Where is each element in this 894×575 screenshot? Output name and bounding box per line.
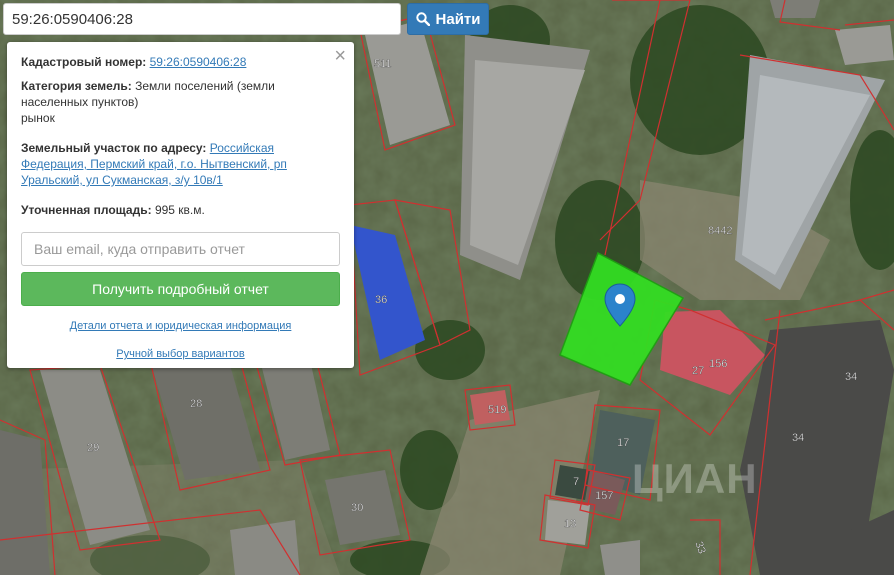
parcel-label: 34	[845, 371, 857, 383]
area-value: 995 кв.м.	[154, 203, 205, 217]
parcel-label: 157	[595, 490, 613, 502]
cadastral-link[interactable]: 59:26:0590406:28	[150, 55, 247, 69]
close-icon[interactable]: ×	[334, 46, 346, 66]
parcel-label: 511	[374, 58, 392, 70]
parcel-label: 8442	[708, 225, 732, 237]
parcel-label: 30	[351, 502, 363, 514]
cadastral-row: Кадастровый номер: 59:26:0590406:28	[21, 54, 340, 70]
category-label: Категория земель:	[21, 79, 132, 93]
cadastral-label: Кадастровый номер:	[21, 55, 147, 69]
search-input[interactable]	[3, 3, 401, 35]
search-button-label: Найти	[435, 10, 481, 28]
watermark: ЦИАН	[632, 455, 758, 502]
email-field[interactable]	[21, 232, 340, 266]
parcel-label: 519	[488, 404, 506, 416]
parcel-label: 156	[709, 358, 727, 370]
parcel-label: 7	[573, 476, 579, 488]
parcel-label: 34	[792, 432, 804, 444]
parcel-label: 13	[564, 518, 576, 530]
parcel-label: 17	[617, 437, 629, 449]
parcel-info-popup: × Кадастровый номер: 59:26:0590406:28 Ка…	[7, 42, 354, 368]
parcel-label: 29	[87, 442, 99, 454]
parcel-label: 36	[375, 294, 387, 306]
area-label: Уточненная площадь:	[21, 203, 152, 217]
category-row: Категория земель: Земли поселений (земли…	[21, 78, 340, 126]
land-use-value: рынок	[21, 111, 55, 125]
address-row: Земельный участок по адресу: Российская …	[21, 140, 340, 188]
address-label: Земельный участок по адресу:	[21, 141, 207, 155]
report-details-link[interactable]: Детали отчета и юридическая информация	[21, 318, 340, 334]
manual-selection-link[interactable]: Ручной выбор вариантов	[21, 346, 340, 362]
get-report-button[interactable]: Получить подробный отчет	[21, 272, 340, 306]
parcel-label: 28	[190, 398, 202, 410]
parcel-label: 27	[692, 365, 704, 377]
area-row: Уточненная площадь: 995 кв.м.	[21, 202, 340, 218]
search-button[interactable]: Найти	[407, 3, 489, 35]
search-icon	[415, 12, 430, 26]
